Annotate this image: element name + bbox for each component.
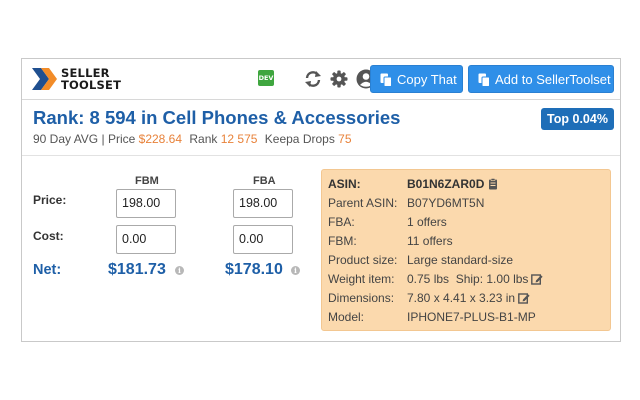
detail-key: FBA: (328, 215, 355, 229)
avg-rank-value: 12 575 (220, 132, 258, 146)
detail-key: ASIN: (328, 177, 361, 191)
detail-key: Parent ASIN: (328, 196, 398, 210)
detail-value: Large standard-size (407, 253, 514, 267)
detail-value-asin: B01N6ZAR0D (407, 177, 499, 191)
price-row-label: Price: (33, 193, 67, 207)
detail-key: Weight item: (328, 272, 395, 286)
fba-price-input[interactable]: 198.00 (233, 189, 293, 218)
detail-row-parent-asin: Parent ASIN: B07YD6MT5N (322, 196, 612, 215)
copy-icon (478, 73, 490, 87)
net-row-label: Net: (33, 262, 62, 278)
keepa-drops-label: Keepa Drops (264, 132, 335, 146)
section-divider (22, 155, 620, 156)
fba-cost-input[interactable]: 0.00 (233, 225, 293, 254)
fba-net-info-icon[interactable]: i (291, 266, 300, 275)
rank-label: Rank (189, 132, 218, 146)
add-to-sellertoolset-label: Add to SellerToolset (495, 72, 611, 87)
detail-key: Dimensions: (328, 291, 395, 305)
header-bar: SELLER TOOLSET DEV Copy That Add to Sell… (22, 59, 620, 100)
detail-row-dimensions: Dimensions: 7.80 x 4.41 x 3.23 in (322, 291, 612, 310)
logo-line-toolset: TOOLSET (61, 78, 122, 92)
fbm-column-header: FBM (135, 175, 159, 187)
copy-icon (380, 73, 392, 87)
add-to-sellertoolset-button[interactable]: Add to SellerToolset (468, 65, 614, 93)
keepa-drops-value: 75 (338, 132, 352, 146)
detail-value-weight: 0.75 lbs Ship: 1.00 lbs (407, 272, 544, 286)
detail-value: IPHONE7-PLUS-B1-MP (407, 310, 536, 324)
fbm-net-info-icon[interactable]: i (175, 266, 184, 275)
detail-value: B07YD6MT5N (407, 196, 485, 210)
avg-label: 90 Day AVG | (33, 132, 105, 146)
edit-icon[interactable] (518, 292, 530, 304)
detail-row-product-size: Product size: Large standard-size (322, 253, 612, 272)
top-percent-badge: Top 0.04% (541, 108, 614, 130)
detail-row-asin: ASIN: B01N6ZAR0D (322, 177, 612, 196)
gear-icon[interactable] (329, 69, 349, 89)
rank-title: Rank: 8 594 in Cell Phones & Accessories (33, 107, 401, 128)
seller-toolset-card: SELLER TOOLSET DEV Copy That Add to Sell… (21, 58, 621, 342)
detail-value: 1 offers (407, 215, 447, 229)
refresh-icon[interactable] (303, 69, 323, 89)
logo-chevron-icon (32, 68, 57, 90)
fbm-price-input[interactable]: 198.00 (116, 189, 176, 218)
detail-key: Model: (328, 310, 365, 324)
fba-column-header: FBA (253, 175, 276, 187)
product-details-panel: ASIN: B01N6ZAR0D Parent ASIN: B07YD6MT5N… (321, 169, 611, 331)
detail-row-model: Model: IPHONE7-PLUS-B1-MP (322, 310, 612, 329)
avg-price-value: $228.64 (138, 132, 183, 146)
edit-icon[interactable] (531, 273, 544, 285)
seller-toolset-logo: SELLER TOOLSET (32, 65, 142, 95)
detail-key: FBM: (328, 234, 357, 248)
copy-that-button[interactable]: Copy That (370, 65, 463, 93)
ninety-day-average-line: 90 Day AVG | Price $228.64 Rank 12 575 K… (33, 132, 352, 146)
fbm-net-value: $181.73 (108, 261, 166, 278)
detail-row-weight: Weight item: 0.75 lbs Ship: 1.00 lbs (322, 272, 612, 291)
fba-net-value: $178.10 (225, 261, 283, 278)
dev-badge-icon[interactable]: DEV (258, 70, 274, 86)
detail-row-fbm: FBM: 11 offers (322, 234, 612, 253)
copy-that-label: Copy That (397, 72, 457, 87)
price-label: Price (107, 132, 136, 146)
detail-key: Product size: (328, 253, 398, 267)
clipboard-icon[interactable] (487, 178, 499, 190)
cost-row-label: Cost: (33, 229, 64, 243)
detail-value-dimensions: 7.80 x 4.41 x 3.23 in (407, 291, 530, 305)
detail-value: 11 offers (407, 234, 453, 248)
fbm-cost-input[interactable]: 0.00 (116, 225, 176, 254)
detail-row-fba: FBA: 1 offers (322, 215, 612, 234)
